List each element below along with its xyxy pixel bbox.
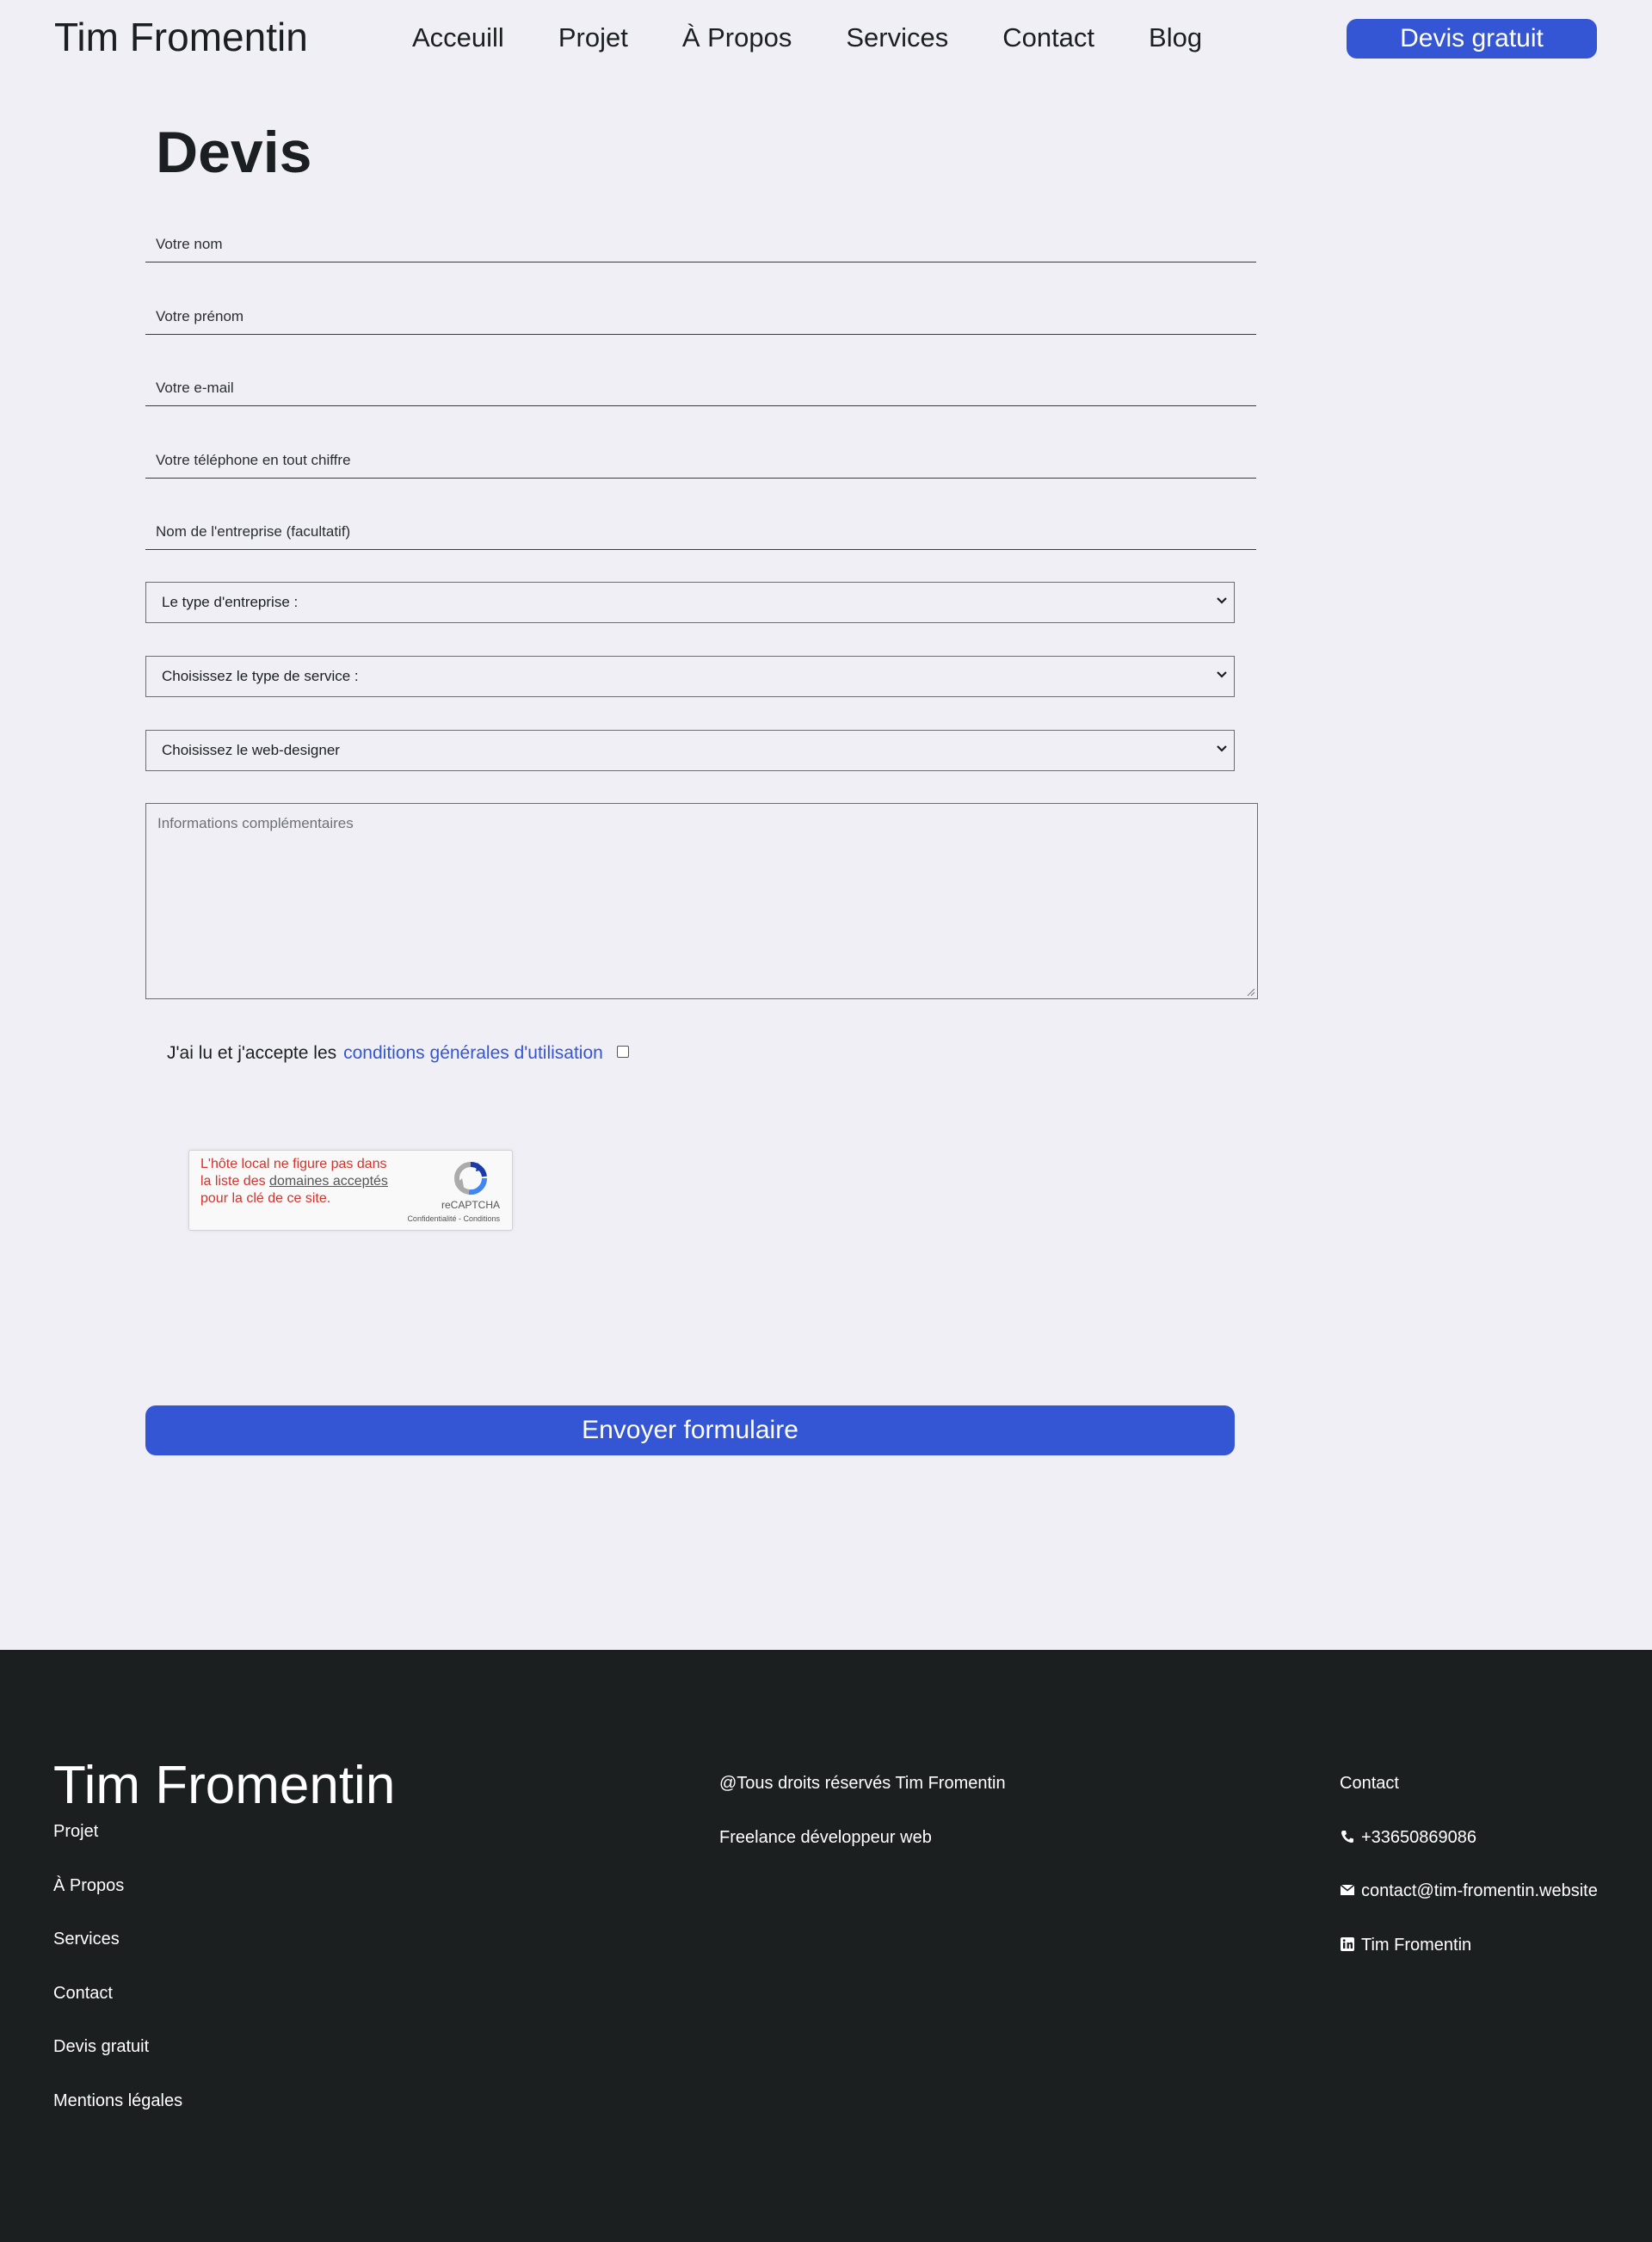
devis-gratuit-button[interactable]: Devis gratuit xyxy=(1347,19,1597,59)
type-entreprise-select[interactable]: Le type d'entreprise : xyxy=(145,582,1235,623)
informations-textarea[interactable]: Informations complémentaires xyxy=(145,803,1258,999)
textarea-placeholder: Informations complémentaires xyxy=(157,815,354,831)
recaptcha-domains-link[interactable]: domaines acceptés xyxy=(269,1174,388,1189)
nav-services[interactable]: Services xyxy=(846,22,948,53)
footer-links: Projet À Propos Services Contact Devis g… xyxy=(53,1822,182,2145)
footer-contact-title: Contact xyxy=(1340,1774,1399,1793)
recaptcha-error-text-2: pour la clé de ce site. xyxy=(200,1191,331,1206)
footer-tagline: Freelance développeur web xyxy=(719,1827,932,1847)
nom-input[interactable] xyxy=(145,211,1256,262)
main-nav: Acceuill Projet À Propos Services Contac… xyxy=(412,22,1256,53)
terms-text: J'ai lu et j'accepte les xyxy=(167,1043,337,1063)
entreprise-input[interactable] xyxy=(145,498,1256,549)
nav-a-propos[interactable]: À Propos xyxy=(682,22,792,53)
web-designer-select[interactable]: Choisissez le web-designer xyxy=(145,730,1235,771)
footer-phone-row[interactable]: +33650869086 xyxy=(1340,1828,1598,1882)
footer-link-mentions-legales[interactable]: Mentions légales xyxy=(53,2091,182,2146)
footer-contact: Contact +33650869086 contact@tim-froment… xyxy=(1340,1774,1598,1989)
linkedin-icon xyxy=(1341,1936,1354,1951)
email-input[interactable] xyxy=(145,355,1256,405)
footer-link-devis-gratuit[interactable]: Devis gratuit xyxy=(53,2037,182,2091)
nav-contact[interactable]: Contact xyxy=(1002,22,1094,53)
footer-phone: +33650869086 xyxy=(1361,1827,1477,1847)
nom-field-wrap xyxy=(145,211,1256,262)
footer-info: @Tous droits réservés Tim Fromentin Free… xyxy=(719,1774,1006,1881)
footer-email: contact@tim-fromentin.website xyxy=(1361,1881,1598,1900)
terms-checkbox[interactable] xyxy=(617,1046,629,1058)
telephone-field-wrap xyxy=(145,427,1256,479)
recaptcha-legal-links[interactable]: Confidentialité - Conditions xyxy=(407,1214,500,1223)
telephone-input[interactable] xyxy=(145,427,1256,478)
recaptcha-error: L'hôte local ne figure pas dans la liste… xyxy=(200,1156,398,1207)
type-service-selected: Choisissez le type de service : xyxy=(162,668,359,684)
submit-button[interactable]: Envoyer formulaire xyxy=(145,1405,1235,1455)
site-header: Tim Fromentin Acceuill Projet À Propos S… xyxy=(0,0,1652,77)
phone-icon xyxy=(1341,1830,1353,1843)
resize-grip-icon[interactable] xyxy=(1245,986,1255,997)
footer-link-contact[interactable]: Contact xyxy=(53,1984,182,2038)
entreprise-field-wrap xyxy=(145,498,1256,550)
page-title: Devis xyxy=(156,120,312,185)
nav-projet[interactable]: Projet xyxy=(558,22,628,53)
recaptcha-brand: reCAPTCHA xyxy=(441,1199,500,1211)
chevron-down-icon xyxy=(1217,671,1227,678)
footer-link-services[interactable]: Services xyxy=(53,1930,182,1984)
terms-label: J'ai lu et j'accepte les conditions génér… xyxy=(167,1043,603,1064)
web-designer-selected: Choisissez le web-designer xyxy=(162,742,340,758)
footer-brand: Tim Fromentin xyxy=(53,1756,396,1815)
footer-link-a-propos[interactable]: À Propos xyxy=(53,1876,182,1930)
prenom-field-wrap xyxy=(145,283,1256,335)
site-footer: Tim Fromentin Projet À Propos Services C… xyxy=(0,1650,1652,2242)
footer-linkedin: Tim Fromentin xyxy=(1361,1935,1472,1955)
recaptcha-widget: L'hôte local ne figure pas dans la liste… xyxy=(188,1150,513,1231)
nav-acceuill[interactable]: Acceuill xyxy=(412,22,504,53)
recaptcha-logo-icon xyxy=(453,1161,488,1195)
terms-link[interactable]: conditions générales d'utilisation xyxy=(343,1043,603,1063)
email-field-wrap xyxy=(145,355,1256,406)
footer-linkedin-row[interactable]: Tim Fromentin xyxy=(1340,1936,1598,1990)
type-entreprise-selected: Le type d'entreprise : xyxy=(162,594,299,610)
nav-blog[interactable]: Blog xyxy=(1149,22,1202,53)
footer-copyright: @Tous droits réservés Tim Fromentin xyxy=(719,1774,1006,1793)
prenom-input[interactable] xyxy=(145,283,1256,334)
chevron-down-icon xyxy=(1217,597,1227,604)
chevron-down-icon xyxy=(1217,745,1227,752)
mail-icon xyxy=(1340,1884,1355,1895)
site-logo[interactable]: Tim Fromentin xyxy=(54,14,308,60)
footer-link-projet[interactable]: Projet xyxy=(53,1822,182,1876)
type-service-select[interactable]: Choisissez le type de service : xyxy=(145,656,1235,697)
footer-email-row[interactable]: contact@tim-fromentin.website xyxy=(1340,1881,1598,1936)
